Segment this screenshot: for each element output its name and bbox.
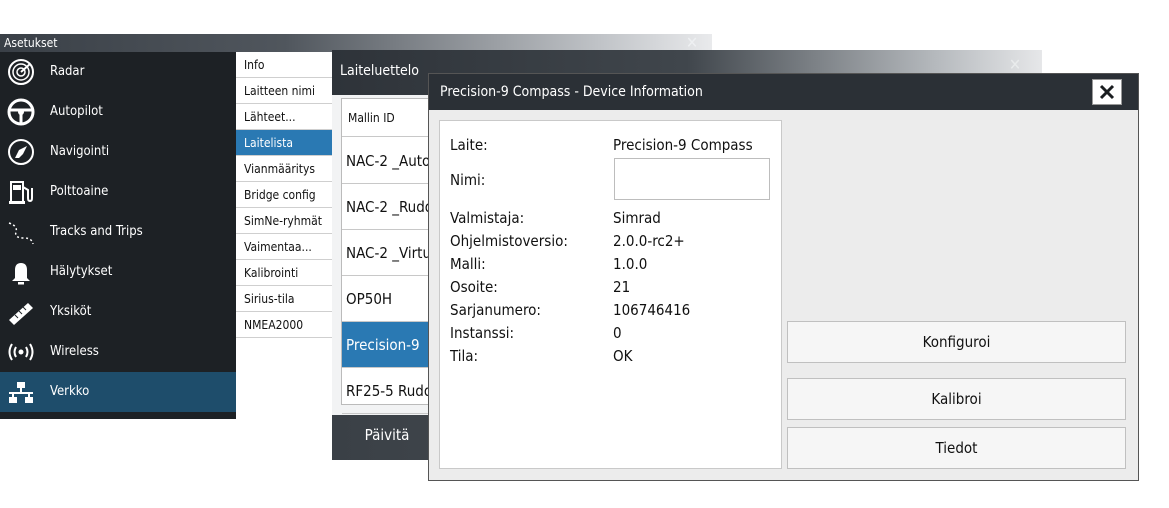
bell-icon xyxy=(12,263,30,285)
device-info-title: Precision-9 Compass - Device Information xyxy=(440,84,703,100)
menu-item-calibration[interactable]: Kalibrointi xyxy=(236,260,334,286)
sidebar-item-label: Tracks and Trips xyxy=(50,224,143,239)
table-row[interactable]: OP50H xyxy=(342,276,432,322)
menu-item-sirius-status[interactable]: Sirius-tila xyxy=(236,286,334,312)
table-row[interactable]: Precision-9 xyxy=(342,322,432,368)
field-value-manufacturer: Simrad xyxy=(613,209,661,227)
sidebar-item-navigointi[interactable]: Navigointi xyxy=(0,132,236,172)
menu-item-simnet-groups[interactable]: SimNe-ryhmät xyxy=(236,208,334,234)
field-label-software-version: Ohjelmistoversio: xyxy=(450,232,568,250)
table-row[interactable]: NAC-2 _Virtual xyxy=(342,230,432,276)
sidebar-item-label: Polttoaine xyxy=(50,184,109,199)
sidebar-item-wireless[interactable]: Wireless xyxy=(0,332,236,372)
menu-item-info[interactable]: Info xyxy=(236,52,334,78)
sidebar-item-label: Verkko xyxy=(50,384,90,399)
menu-item-sources[interactable]: Lähteet... xyxy=(236,104,334,130)
sidebar-item-polttoaine[interactable]: Polttoaine xyxy=(0,172,236,212)
field-label-manufacturer: Valmistaja: xyxy=(450,209,525,227)
field-label-address: Osoite: xyxy=(450,278,498,296)
settings-sidebar: Radar Autopilot Navigointi Polttoaine Tr… xyxy=(0,52,236,419)
field-label-model: Malli: xyxy=(450,255,486,273)
field-value-device: Precision-9 Compass xyxy=(613,136,753,154)
field-value-serial-number: 106746416 xyxy=(613,301,691,319)
sidebar-item-tracks-and-trips[interactable]: Tracks and Trips xyxy=(0,212,236,252)
device-table: Mallin ID NAC-2 _Autopilot NAC-2 _Rudder… xyxy=(341,98,433,414)
sidebar-item-label: Yksiköt xyxy=(50,304,92,319)
sidebar-item-label: Wireless xyxy=(50,344,99,359)
menu-item-nmea2000[interactable]: NMEA2000 xyxy=(236,312,334,338)
steering-wheel-icon xyxy=(7,98,35,126)
sidebar-item-autopilot[interactable]: Autopilot xyxy=(0,92,236,132)
device-info-title-bar: Precision-9 Compass - Device Information xyxy=(429,74,1138,110)
compass-icon xyxy=(8,139,34,165)
field-label-serial-number: Sarjanumero: xyxy=(450,301,541,319)
radar-icon xyxy=(8,59,34,85)
menu-item-device-name[interactable]: Laitteen nimi xyxy=(236,78,334,104)
field-label-status: Tila: xyxy=(450,347,479,365)
field-label-device: Laite: xyxy=(450,136,488,154)
sidebar-item-label: Radar xyxy=(50,64,85,79)
table-row[interactable]: RF25-5 Rudder xyxy=(342,368,432,414)
wireless-icon xyxy=(8,343,34,361)
field-value-instance: 0 xyxy=(613,324,622,342)
sidebar-item-label: Navigointi xyxy=(50,144,110,159)
menu-item-damping[interactable]: Vaimentaa... xyxy=(236,234,334,260)
device-info-dialog: Precision-9 Compass - Device Information… xyxy=(428,73,1139,481)
field-value-status: OK xyxy=(613,347,633,365)
refresh-button[interactable]: Päivitä xyxy=(332,415,442,460)
fuel-pump-icon xyxy=(9,181,33,204)
device-list-title: Laiteluettelo xyxy=(340,63,419,79)
network-icon xyxy=(9,382,33,403)
field-value-software-version: 2.0.0-rc2+ xyxy=(613,232,685,250)
menu-item-diagnostics[interactable]: Vianmääritys xyxy=(236,156,334,182)
field-label-instance: Instanssi: xyxy=(450,324,515,342)
sidebar-item-verkko[interactable]: Verkko xyxy=(0,372,236,412)
device-info-panel: Laite: Precision-9 Compass Nimi: Valmist… xyxy=(439,120,782,469)
configure-button[interactable]: Konfiguroi xyxy=(787,321,1126,363)
column-header-model-id[interactable]: Mallin ID xyxy=(342,99,432,137)
sidebar-item-yksikot[interactable]: Yksiköt xyxy=(0,292,236,332)
sidebar-item-halytykset[interactable]: Hälytykset xyxy=(0,252,236,292)
ruler-icon xyxy=(9,303,33,325)
field-value-model: 1.0.0 xyxy=(613,255,648,273)
field-label-name: Nimi: xyxy=(450,171,486,189)
settings-title: Asetukset xyxy=(4,36,58,50)
sidebar-item-label: Autopilot xyxy=(50,104,103,119)
field-value-address: 21 xyxy=(613,278,631,296)
close-icon xyxy=(1099,84,1115,100)
details-button[interactable]: Tiedot xyxy=(787,427,1126,469)
table-row[interactable]: NAC-2 _Autopilot xyxy=(342,138,432,184)
track-icon xyxy=(8,222,34,245)
calibrate-button[interactable]: Kalibroi xyxy=(787,378,1126,420)
close-button[interactable] xyxy=(1092,79,1122,105)
menu-item-device-list[interactable]: Laitelista xyxy=(236,130,334,156)
settings-submenu: Info Laitteen nimi Lähteet... Laitelista… xyxy=(236,52,334,419)
menu-item-bridge-config[interactable]: Bridge config xyxy=(236,182,334,208)
table-row[interactable]: NAC-2 _Rudder xyxy=(342,184,432,230)
sidebar-item-label: Hälytykset xyxy=(50,264,113,279)
name-input[interactable] xyxy=(614,158,770,200)
sidebar-item-radar[interactable]: Radar xyxy=(0,52,236,92)
